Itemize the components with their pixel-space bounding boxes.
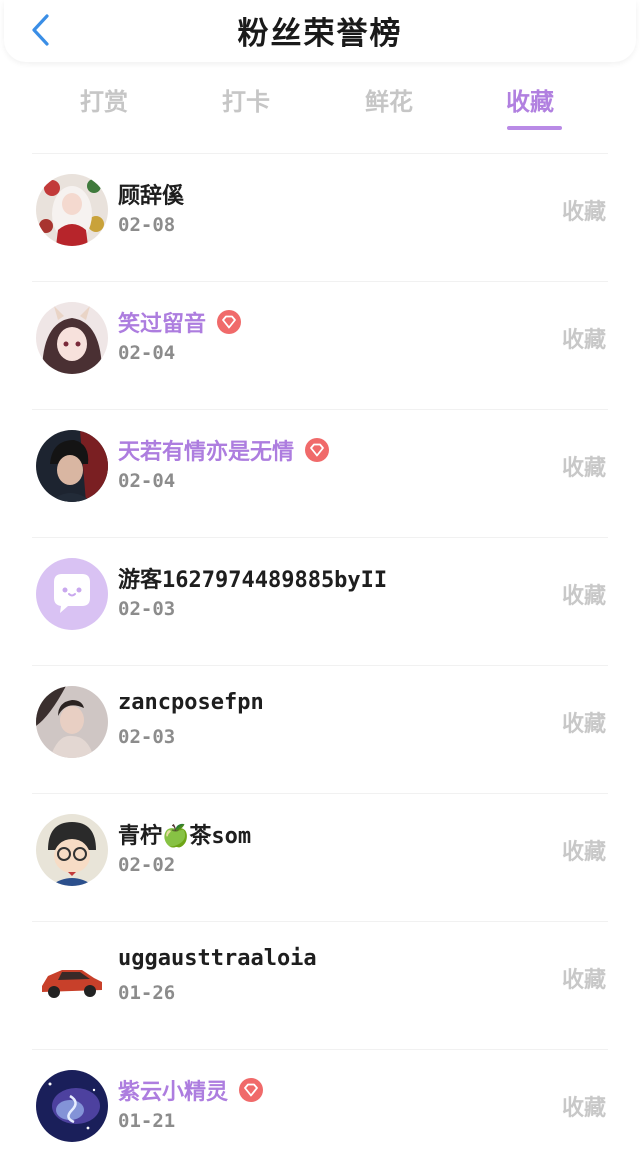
list-item[interactable]: uggausttraaloia 01-26 收藏 (32, 921, 608, 1049)
girl-photo-avatar (36, 686, 108, 758)
avatar[interactable] (36, 558, 108, 630)
default-chat-avatar (36, 558, 108, 630)
red-car-avatar (36, 942, 108, 1014)
avatar[interactable] (36, 686, 108, 758)
vip-diamond-icon (239, 1078, 264, 1102)
list-item[interactable]: 游客1627974489885byII 02-03 收藏 (32, 537, 608, 665)
anime-girl-white-hair-avatar (36, 174, 108, 246)
fan-name: 紫云小精灵 (118, 1074, 264, 1106)
anime-girl-horns-avatar (36, 302, 108, 374)
avatar[interactable] (36, 430, 108, 502)
list-item[interactable]: 紫云小精灵 01-21 收藏 (32, 1049, 608, 1171)
list-item[interactable]: 天若有情亦是无情 02-04 收藏 (32, 409, 608, 537)
active-tab-indicator (507, 126, 562, 130)
avatar[interactable] (36, 814, 108, 886)
fan-name: zancposefpn (118, 690, 264, 715)
fan-name: 青柠🍏茶som (118, 824, 252, 849)
galaxy-avatar (36, 1070, 108, 1142)
avatar[interactable] (36, 302, 108, 374)
fan-date: 01-21 (118, 1110, 176, 1132)
avatar[interactable] (36, 942, 108, 1014)
vip-diamond-icon (217, 310, 242, 334)
list-item[interactable]: zancposefpn 02-03 收藏 (32, 665, 608, 793)
fan-name: 笑过留音 (118, 306, 242, 338)
anime-boy-dark-avatar (36, 430, 108, 502)
action-label: 收藏 (561, 200, 606, 225)
action-label: 收藏 (561, 584, 606, 609)
fan-date: 02-04 (118, 342, 176, 364)
list-item[interactable]: 顾辞傒 02-08 收藏 (32, 153, 608, 281)
list-item[interactable]: 笑过留音 02-04 收藏 (32, 281, 608, 409)
fan-date: 02-03 (118, 726, 176, 748)
fan-date: 02-04 (118, 470, 176, 492)
action-label: 收藏 (561, 328, 606, 353)
list-item[interactable]: 青柠🍏茶som 02-02 收藏 (32, 793, 608, 921)
tab-daka[interactable]: 打卡 (222, 82, 270, 117)
vip-diamond-icon (305, 438, 330, 462)
tab-bar: 打赏 打卡 鲜花 收藏 (0, 78, 640, 134)
action-label: 收藏 (561, 712, 606, 737)
fan-name: 天若有情亦是无情 (118, 434, 330, 466)
action-label: 收藏 (561, 456, 606, 481)
tab-shoucang[interactable]: 收藏 (506, 82, 554, 117)
fan-name: 游客1627974489885byII (118, 568, 388, 593)
fan-date: 02-02 (118, 854, 176, 876)
fan-name: uggausttraaloia (118, 946, 317, 971)
avatar[interactable] (36, 174, 108, 246)
cartoon-detective-avatar (36, 814, 108, 886)
tab-xianhua[interactable]: 鲜花 (365, 82, 413, 117)
action-label: 收藏 (561, 1096, 606, 1121)
fan-date: 02-03 (118, 598, 176, 620)
fan-date: 01-26 (118, 982, 176, 1004)
top-bar: 粉丝荣誉榜 (4, 0, 636, 62)
fan-date: 02-08 (118, 214, 176, 236)
tab-dashang[interactable]: 打赏 (80, 82, 128, 117)
fan-name: 顾辞傒 (118, 184, 185, 209)
action-label: 收藏 (561, 840, 606, 865)
avatar[interactable] (36, 1070, 108, 1142)
page-title: 粉丝荣誉榜 (237, 16, 403, 52)
action-label: 收藏 (561, 968, 606, 993)
